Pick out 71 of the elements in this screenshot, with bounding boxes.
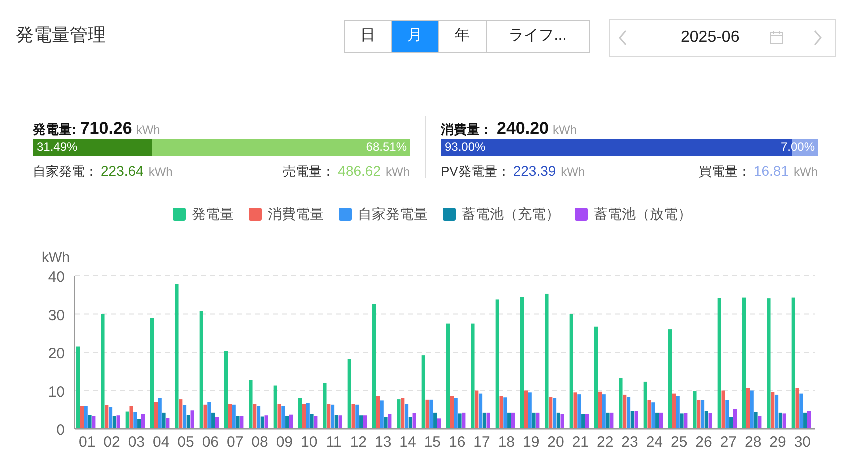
unit-label: kWh: [794, 164, 818, 181]
axis-tick-label: 14: [400, 434, 416, 451]
detail-label: PV発電量：: [441, 163, 510, 181]
axis-tick-label: 29: [770, 434, 786, 451]
chevron-left-icon[interactable]: [618, 30, 628, 46]
summary-label: 消費量：: [441, 121, 493, 139]
unit-label: kWh: [561, 164, 586, 181]
ratio-percent: 31.49%: [37, 139, 78, 156]
axis-tick-label: 20: [48, 346, 65, 362]
date-value: 2025-06: [681, 28, 740, 48]
axis-tick-label: 27: [720, 434, 737, 451]
axis-tick-label: 12: [350, 434, 367, 451]
chevron-right-icon[interactable]: [812, 30, 823, 46]
axis-tick-label: 23: [622, 434, 638, 451]
axis-tick-label: 25: [671, 434, 688, 451]
summary-value: 240.20: [497, 118, 549, 140]
axis-tick-label: 20: [548, 434, 564, 451]
ratio-percent: 68.51%: [366, 139, 407, 156]
axis-tick-label: 11: [326, 434, 342, 451]
detail-label: 売電量：: [283, 163, 336, 181]
detail-value: 223.64: [101, 162, 144, 181]
view-tab[interactable]: 日: [344, 20, 392, 53]
detail-label: 買電量：: [698, 163, 751, 181]
view-tab[interactable]: 年: [438, 20, 487, 53]
axis-tick-label: 01: [79, 434, 96, 451]
axis-tick-label: 09: [276, 434, 293, 451]
detail-value: 223.39: [513, 162, 556, 181]
axis-tick-label: 30: [48, 307, 65, 324]
legend-label[interactable]: 自家発電量: [358, 204, 428, 224]
axis-title: kWh: [42, 249, 70, 265]
axis-tick-label: 05: [178, 434, 194, 451]
legend-label[interactable]: 蓄電池（放電）: [594, 204, 692, 224]
axis-tick-label: 04: [153, 434, 170, 451]
legend-label[interactable]: 発電量: [192, 204, 234, 224]
date-picker[interactable]: 2025-06: [609, 19, 836, 57]
ratio-percent: 93.00%: [445, 139, 486, 156]
summary-value: 710.26: [80, 118, 132, 140]
axis-tick-label: 22: [597, 434, 614, 451]
legend-label[interactable]: 消費電量: [268, 204, 324, 224]
page-title: 発電量管理: [16, 24, 107, 47]
calendar-icon: [770, 31, 784, 45]
axis-tick-label: 40: [48, 269, 65, 286]
axis-tick-label: 17: [474, 434, 490, 451]
axis-tick-label: 19: [523, 434, 540, 451]
detail-label: 自家発電：: [33, 163, 98, 181]
axis-tick-label: 03: [128, 434, 145, 451]
axis-tick-label: 10: [301, 434, 318, 451]
axis-tick-label: 30: [794, 434, 811, 451]
axis-tick-label: 28: [745, 434, 762, 451]
detail-value: 486.62: [338, 162, 381, 181]
axis-tick-label: 21: [572, 434, 589, 451]
unit-label: kWh: [553, 122, 577, 139]
axis-tick-label: 0: [56, 422, 65, 439]
axis-tick-label: 07: [227, 434, 244, 451]
detail-value: 16.81: [754, 162, 789, 181]
axis-tick-label: 02: [104, 434, 120, 451]
axis-tick-label: 10: [48, 384, 65, 401]
legend-label[interactable]: 蓄電池（充電）: [462, 204, 560, 224]
unit-label: kWh: [386, 164, 410, 181]
axis-tick-label: 08: [252, 434, 268, 451]
axis-tick-label: 15: [424, 434, 441, 451]
view-tab[interactable]: ライフ...: [486, 20, 590, 53]
axis-tick-label: 06: [202, 434, 219, 451]
axis-tick-label: 24: [646, 434, 663, 451]
unit-label: kWh: [148, 164, 173, 181]
unit-label: kWh: [136, 122, 160, 139]
summary-label: 発電量:: [33, 121, 76, 139]
axis-tick-label: 13: [375, 434, 392, 451]
axis-tick-label: 26: [696, 434, 712, 451]
axis-tick-label: 16: [449, 434, 466, 451]
axis-tick-label: 18: [498, 434, 515, 451]
